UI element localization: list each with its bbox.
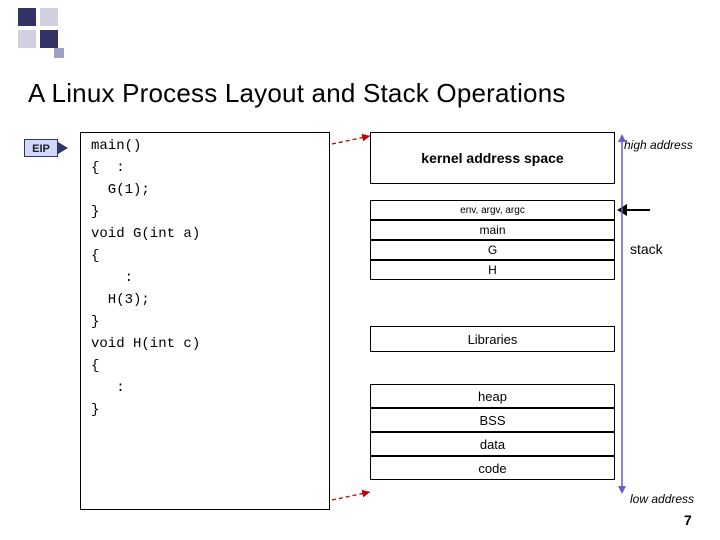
code-line: { <box>91 359 319 373</box>
mem-main-frame: main <box>370 220 615 240</box>
page-number: 7 <box>684 512 692 528</box>
mem-gap <box>370 280 615 326</box>
stack-label: stack <box>630 241 663 257</box>
deco-square <box>18 8 36 26</box>
mem-h-frame: H <box>370 260 615 280</box>
arrow-right-icon <box>58 142 68 154</box>
eip-label: EIP <box>24 139 58 157</box>
mem-libraries: Libraries <box>370 326 615 352</box>
mem-env: env, argv, argc <box>370 200 615 220</box>
arrow-left-icon <box>617 204 627 216</box>
code-line: void G(int a) <box>91 227 319 241</box>
mem-bss: BSS <box>370 408 615 432</box>
mem-data: data <box>370 432 615 456</box>
deco-square <box>54 48 64 58</box>
arrow-line <box>626 209 650 211</box>
mem-gap <box>370 184 615 200</box>
code-line: : <box>91 381 319 395</box>
code-line: H(3); <box>91 293 319 307</box>
mem-heap: heap <box>370 384 615 408</box>
mem-code: code <box>370 456 615 480</box>
mem-g-frame: G <box>370 240 615 260</box>
memory-layout-column: kernel address space env, argv, argc mai… <box>370 132 615 480</box>
mem-gap <box>370 352 615 384</box>
code-line: G(1); <box>91 183 319 197</box>
code-line: void H(int c) <box>91 337 319 351</box>
slide-decoration <box>0 0 720 60</box>
code-line: { : <box>91 161 319 175</box>
code-line: { <box>91 249 319 263</box>
code-line: } <box>91 315 319 329</box>
code-line: main() <box>91 139 319 153</box>
source-code-panel: main() { : G(1); } void G(int a) { : H(3… <box>80 132 330 510</box>
deco-square <box>40 8 58 26</box>
low-address-label: low address <box>630 492 694 506</box>
code-line: : <box>91 271 319 285</box>
code-line: } <box>91 205 319 219</box>
deco-square <box>18 30 36 48</box>
eip-pointer: EIP <box>24 139 76 161</box>
deco-square <box>40 30 58 48</box>
code-line: } <box>91 403 319 417</box>
slide-title: A Linux Process Layout and Stack Operati… <box>28 78 566 109</box>
mem-kernel: kernel address space <box>370 132 615 184</box>
high-address-label: high address <box>624 138 693 152</box>
